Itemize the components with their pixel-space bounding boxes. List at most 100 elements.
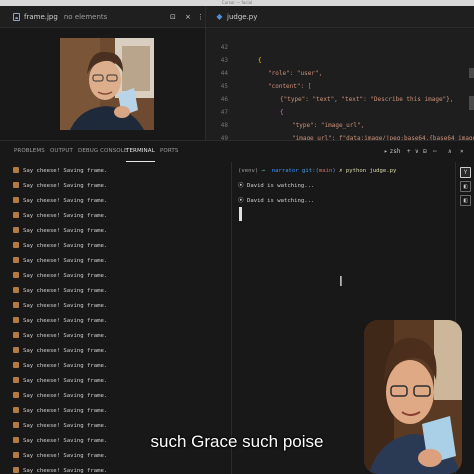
- video-caption: such Grace such poise: [150, 432, 324, 451]
- split-terminal-icon[interactable]: ⊟: [423, 141, 427, 162]
- code-line: 50 ],: [206, 132, 474, 140]
- terminal-output-text: Say cheese! Saving frame.: [23, 273, 108, 279]
- terminal-output-line: Say cheese! Saving frame.: [13, 452, 107, 460]
- camera-icon: [13, 392, 19, 398]
- terminal-output-line: Say cheese! Saving frame.: [13, 302, 107, 310]
- terminal-output-text: Say cheese! Saving frame.: [23, 318, 108, 324]
- tab-status: no elements: [63, 13, 108, 21]
- code-line: 45 {"type": "text", "text": "Describe th…: [206, 67, 474, 103]
- camera-icon: [13, 452, 19, 458]
- terminal-output-line: Say cheese! Saving frame.: [13, 197, 107, 205]
- camera-icon: [13, 212, 19, 218]
- camera-icon: [13, 302, 19, 308]
- terminal-output-text: Say cheese! Saving frame.: [23, 258, 108, 264]
- code-line: 46 {: [206, 80, 474, 116]
- terminal-prompt-line: (venv) → narrator git:(main) ✗ python ju…: [238, 167, 396, 175]
- terminal-output-text: Say cheese! Saving frame.: [23, 198, 108, 204]
- terminal-output-line: Say cheese! Saving frame.: [13, 332, 107, 340]
- image-preview-pane: [0, 28, 205, 140]
- tab-frame-jpg[interactable]: frame.jpg no elements: [13, 6, 107, 28]
- left-tab-bar: frame.jpg no elements ⊡ × ⋮: [0, 6, 205, 28]
- editor-scrollbar-marker: [469, 96, 474, 110]
- terminal-output-line: Say cheese! Saving frame.: [13, 287, 107, 295]
- terminal-output-text: Say cheese! Saving frame.: [23, 378, 108, 384]
- terminal-output-text: Say cheese! Saving frame.: [23, 393, 108, 399]
- code-line: 47 "type": "image_url",: [206, 93, 474, 129]
- terminal-output-text: Say cheese! Saving frame.: [23, 453, 108, 459]
- camera-icon: [13, 332, 19, 338]
- terminal-output-text: Say cheese! Saving frame.: [23, 363, 108, 369]
- venv-label: (venv): [238, 168, 259, 174]
- close-panel-icon[interactable]: ×: [460, 141, 464, 162]
- terminal-output-line: Say cheese! Saving frame.: [13, 317, 107, 325]
- tab-terminal[interactable]: TERMINAL: [126, 141, 155, 162]
- terminal-output-text: Say cheese! Saving frame.: [23, 303, 108, 309]
- camera-icon: [13, 422, 19, 428]
- terminal-output-line: Say cheese! Saving frame.: [13, 272, 107, 280]
- terminal-output-text: Say cheese! Saving frame.: [23, 468, 108, 474]
- terminal-output-line: Say cheese! Saving frame.: [13, 422, 107, 430]
- terminal-output-text: Say cheese! Saving frame.: [23, 333, 108, 339]
- terminal-output-line: Say cheese! Saving frame.: [13, 467, 107, 474]
- terminal-list-item[interactable]: Y: [460, 167, 471, 178]
- camera-icon: [13, 167, 19, 173]
- terminal-list-item[interactable]: ◧: [460, 181, 471, 192]
- maximize-panel-icon[interactable]: ∧: [448, 141, 452, 162]
- code-line: 42 {: [206, 28, 474, 64]
- terminal-command: python judge.py: [345, 168, 397, 174]
- prompt-arrow: →: [261, 168, 265, 174]
- code-line: 43 "role": "user",: [206, 41, 474, 77]
- tab-problems[interactable]: PROBLEMS: [14, 141, 45, 162]
- code-editor[interactable]: 42 { 43 "role": "user", 44 "content": [ …: [206, 28, 474, 140]
- right-tab-bar: ◆ judge.py: [206, 6, 474, 28]
- terminal-left[interactable]: Say cheese! Saving frame. Say cheese! Sav…: [0, 162, 232, 474]
- camera-icon: [13, 242, 19, 248]
- prompt-dir: narrator: [271, 168, 299, 174]
- chevron-down-icon[interactable]: ∨: [415, 141, 419, 162]
- editor-scrollbar[interactable]: [469, 68, 474, 78]
- camera-icon: [13, 377, 19, 383]
- terminal-output-text: Say cheese! Saving frame.: [23, 288, 108, 294]
- camera-icon: [13, 272, 19, 278]
- new-terminal-icon[interactable]: +: [407, 141, 411, 162]
- more-actions-icon[interactable]: ⋯: [433, 141, 437, 162]
- terminal-output-line: Say cheese! Saving frame.: [13, 257, 107, 265]
- camera-icon: [13, 362, 19, 368]
- terminal-output-text: Say cheese! Saving frame.: [23, 228, 108, 234]
- terminal-icon: ▸: [384, 148, 388, 155]
- camera-icon: [13, 197, 19, 203]
- terminal-output-line: ⦿ David is watching...: [238, 198, 315, 204]
- tab-output[interactable]: OUTPUT: [50, 141, 73, 162]
- terminal-output-text: Say cheese! Saving frame.: [23, 423, 108, 429]
- tab-judge-py[interactable]: ◆ judge.py: [216, 6, 257, 28]
- prompt-branch: main: [318, 168, 333, 174]
- camera-icon: [13, 467, 19, 473]
- camera-icon: [13, 182, 19, 188]
- prompt-git-close: ): [332, 168, 336, 174]
- code-line: 44 "content": [: [206, 54, 474, 90]
- camera-icon: [13, 407, 19, 413]
- prompt-git: git:(: [302, 168, 319, 174]
- terminal-output-text: Say cheese! Saving frame.: [23, 408, 108, 414]
- camera-icon: [13, 227, 19, 233]
- open-changes-icon[interactable]: ⊡: [170, 6, 176, 28]
- panel-tab-bar: PROBLEMS OUTPUT DEBUG CONSOLE TERMINAL P…: [0, 140, 474, 162]
- tab-label: frame.jpg: [24, 13, 58, 21]
- code-line: 48 "image_url": f"data:image/jpeg;base64…: [206, 106, 474, 140]
- terminal-output-line: Say cheese! Saving frame.: [13, 167, 107, 175]
- terminal-output-text: Say cheese! Saving frame.: [23, 243, 108, 249]
- tab-debug-console[interactable]: DEBUG CONSOLE: [78, 141, 127, 162]
- tab-ports[interactable]: PORTS: [160, 141, 178, 162]
- terminal-output-line: Say cheese! Saving frame.: [13, 182, 107, 190]
- terminal-cursor: [239, 207, 242, 221]
- terminal-list-item[interactable]: ◧: [460, 195, 471, 206]
- terminal-output-line: Say cheese! Saving frame.: [13, 212, 107, 220]
- more-actions-icon[interactable]: ⋮: [197, 6, 204, 28]
- terminal-shell-indicator[interactable]: ▸ zsh: [384, 141, 400, 162]
- terminal-output-text: Say cheese! Saving frame.: [23, 168, 108, 174]
- close-icon[interactable]: ×: [185, 6, 191, 28]
- terminal-output-text: Say cheese! Saving frame.: [23, 348, 108, 354]
- code-line: 49 },: [206, 119, 474, 140]
- terminal-output-text: Say cheese! Saving frame.: [23, 213, 108, 219]
- python-icon: ◆: [216, 12, 223, 21]
